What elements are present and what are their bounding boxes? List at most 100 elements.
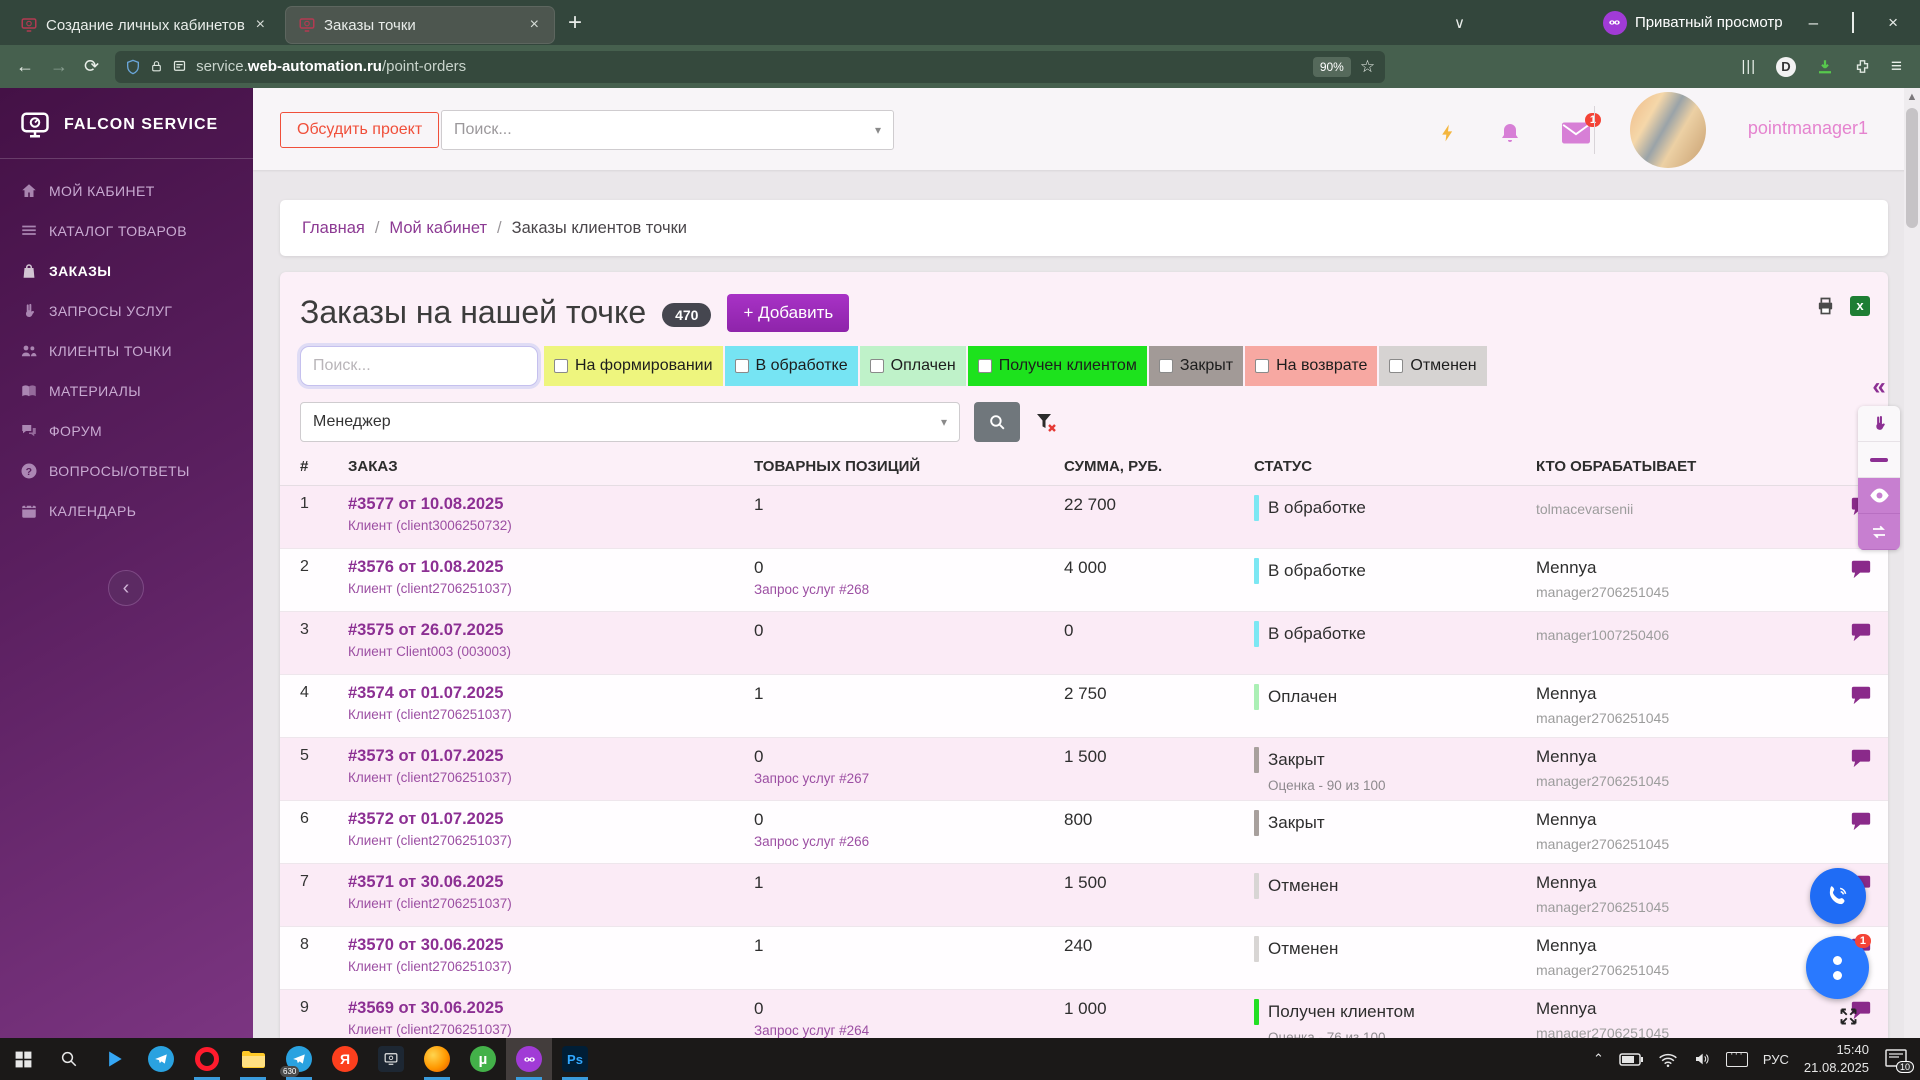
tab-close-icon[interactable]: × — [527, 16, 542, 34]
page-zoom-badge[interactable]: 90% — [1312, 56, 1351, 77]
taskbar-active-browser-icon[interactable] — [506, 1038, 552, 1080]
breadcrumb-cabinet-link[interactable]: Мой кабинет — [389, 219, 487, 238]
sidebar-item-clients[interactable]: КЛИЕНТЫ ТОЧКИ — [0, 331, 253, 371]
sidebar-collapse-button[interactable]: ‹ — [108, 570, 144, 606]
print-icon[interactable] — [1815, 296, 1836, 316]
username[interactable]: pointmanager1 — [1748, 118, 1868, 139]
page-scrollbar[interactable]: ▲ — [1904, 88, 1920, 1038]
start-button[interactable] — [0, 1038, 46, 1080]
filter-chip-forming[interactable]: На формировании — [544, 346, 723, 386]
extensions-puzzle-icon[interactable] — [1854, 58, 1871, 75]
taskbar-search-button[interactable] — [46, 1038, 92, 1080]
discuss-project-button[interactable]: Обсудить проект — [280, 112, 440, 148]
header-search-select[interactable]: Поиск... ▾ — [441, 110, 894, 150]
chat-widget-button[interactable]: 1 — [1806, 934, 1871, 999]
order-link[interactable]: #3573 от 01.07.2025 — [348, 747, 503, 766]
lightning-icon[interactable] — [1438, 120, 1458, 146]
window-close-button[interactable]: × — [1880, 13, 1906, 33]
volume-icon[interactable] — [1693, 1051, 1711, 1067]
sidebar-item-service-requests[interactable]: ЗАПРОСЫ УСЛУГ — [0, 291, 253, 331]
checkbox[interactable] — [554, 359, 568, 373]
sidebar-item-orders[interactable]: ЗАКАЗЫ — [0, 251, 253, 291]
checkbox[interactable] — [977, 359, 992, 373]
chat-icon[interactable] — [1850, 747, 1872, 769]
sidebar-item-my-cabinet[interactable]: МОЙ КАБИНЕТ — [0, 171, 253, 211]
chat-icon[interactable] — [1850, 558, 1872, 580]
sidebar-item-forum[interactable]: ФОРУМ — [0, 411, 253, 451]
sidebar-item-faq[interactable]: ? ВОПРОСЫ/ОТВЕТЫ — [0, 451, 253, 491]
order-link[interactable]: #3572 от 01.07.2025 — [348, 810, 503, 829]
shield-icon[interactable] — [125, 59, 141, 75]
filter-chip-paid[interactable]: Оплачен — [859, 346, 966, 386]
order-link[interactable]: #3576 от 10.08.2025 — [348, 558, 503, 577]
view-tool-button[interactable] — [1858, 478, 1900, 514]
sidebar-item-materials[interactable]: МАТЕРИАЛЫ — [0, 371, 253, 411]
browser-tab-inactive[interactable]: Создание личных кабинетов н × — [8, 7, 280, 43]
taskbar-yandex-icon[interactable]: Я — [322, 1038, 368, 1080]
collapse-panel-icon[interactable]: « — [1858, 375, 1900, 399]
fullscreen-expand-icon[interactable] — [1838, 1006, 1859, 1027]
window-restore-button[interactable] — [1844, 11, 1862, 33]
taskbar-falcon-app-icon[interactable] — [368, 1038, 414, 1080]
account-d-icon[interactable]: D — [1775, 56, 1796, 77]
scroll-up-icon[interactable]: ▲ — [1904, 88, 1920, 103]
scrollbar-thumb[interactable] — [1906, 108, 1918, 228]
library-icon[interactable]: ||| — [1741, 58, 1756, 75]
reload-icon[interactable]: ⟳ — [84, 56, 99, 77]
download-icon[interactable] — [1816, 58, 1834, 76]
permissions-icon[interactable] — [172, 59, 187, 74]
chat-icon[interactable] — [1850, 621, 1872, 643]
tab-list-chevron-icon[interactable]: ∨ — [1454, 14, 1465, 32]
clear-filter-icon[interactable] — [1034, 410, 1058, 434]
checkbox[interactable] — [1389, 359, 1404, 373]
checkbox[interactable] — [1158, 359, 1173, 373]
brand[interactable]: FALCON SERVICE — [0, 88, 253, 159]
avatar[interactable] — [1630, 92, 1706, 168]
checkbox[interactable] — [869, 359, 884, 373]
order-link[interactable]: #3569 от 30.06.2025 — [348, 999, 503, 1018]
taskbar-media-player-icon[interactable] — [92, 1038, 138, 1080]
sidebar-item-catalog[interactable]: КАТАЛОГ ТОВАРОВ — [0, 211, 253, 251]
taskbar-firefox-icon[interactable] — [414, 1038, 460, 1080]
taskbar-telegram-icon[interactable] — [138, 1038, 184, 1080]
checkbox[interactable] — [1255, 359, 1270, 373]
touch-keyboard-icon[interactable] — [1725, 1048, 1748, 1067]
taskbar-photoshop-icon[interactable]: Ps — [552, 1038, 598, 1080]
filter-chip-processing[interactable]: В обработке — [724, 346, 858, 386]
lock-icon[interactable] — [150, 59, 163, 74]
chat-icon[interactable] — [1850, 684, 1872, 706]
taskbar-opera-icon[interactable] — [184, 1038, 230, 1080]
notification-center-icon[interactable]: 10 — [1884, 1048, 1914, 1073]
sidebar-item-calendar[interactable]: КАЛЕНДАРЬ — [0, 491, 253, 531]
window-minimize-button[interactable]: – — [1801, 13, 1826, 33]
menu-hamburger-icon[interactable]: ≡ — [1891, 56, 1902, 78]
order-link[interactable]: #3575 от 26.07.2025 — [348, 621, 503, 640]
bell-icon[interactable] — [1498, 120, 1522, 146]
chat-icon[interactable] — [1850, 810, 1872, 832]
export-excel-icon[interactable]: x — [1850, 296, 1870, 316]
viber-call-button[interactable] — [1810, 868, 1866, 924]
browser-tab-active[interactable]: Заказы точки × — [286, 7, 554, 43]
order-link[interactable]: #3570 от 30.06.2025 — [348, 936, 503, 955]
order-link[interactable]: #3574 от 01.07.2025 — [348, 684, 503, 703]
swap-tool-button[interactable] — [1858, 514, 1900, 550]
breadcrumb-home-link[interactable]: Главная — [302, 219, 365, 238]
filter-chip-return[interactable]: На возврате — [1245, 346, 1378, 386]
minimize-tool-button[interactable] — [1858, 442, 1900, 478]
order-link[interactable]: #3571 от 30.06.2025 — [348, 873, 503, 892]
tab-close-icon[interactable]: × — [253, 16, 268, 34]
language-indicator[interactable]: РУС — [1763, 1052, 1789, 1067]
new-tab-button[interactable]: + — [568, 9, 582, 37]
envelope-icon[interactable] — [1562, 122, 1590, 144]
filter-chip-received[interactable]: Получен клиентом — [967, 346, 1147, 386]
add-order-button[interactable]: + Добавить — [727, 294, 850, 332]
taskbar-file-explorer-icon[interactable] — [230, 1038, 276, 1080]
tray-chevron-icon[interactable]: ⌃ — [1593, 1051, 1604, 1067]
battery-icon[interactable] — [1619, 1052, 1643, 1066]
checkbox[interactable] — [734, 359, 749, 373]
back-icon[interactable]: ← — [16, 56, 34, 77]
table-search-input[interactable] — [300, 346, 538, 386]
address-input[interactable]: service.web-automation.ru/point-orders 9… — [115, 50, 1386, 83]
bookmark-star-icon[interactable]: ☆ — [1360, 57, 1375, 77]
forward-icon[interactable]: → — [50, 56, 68, 77]
